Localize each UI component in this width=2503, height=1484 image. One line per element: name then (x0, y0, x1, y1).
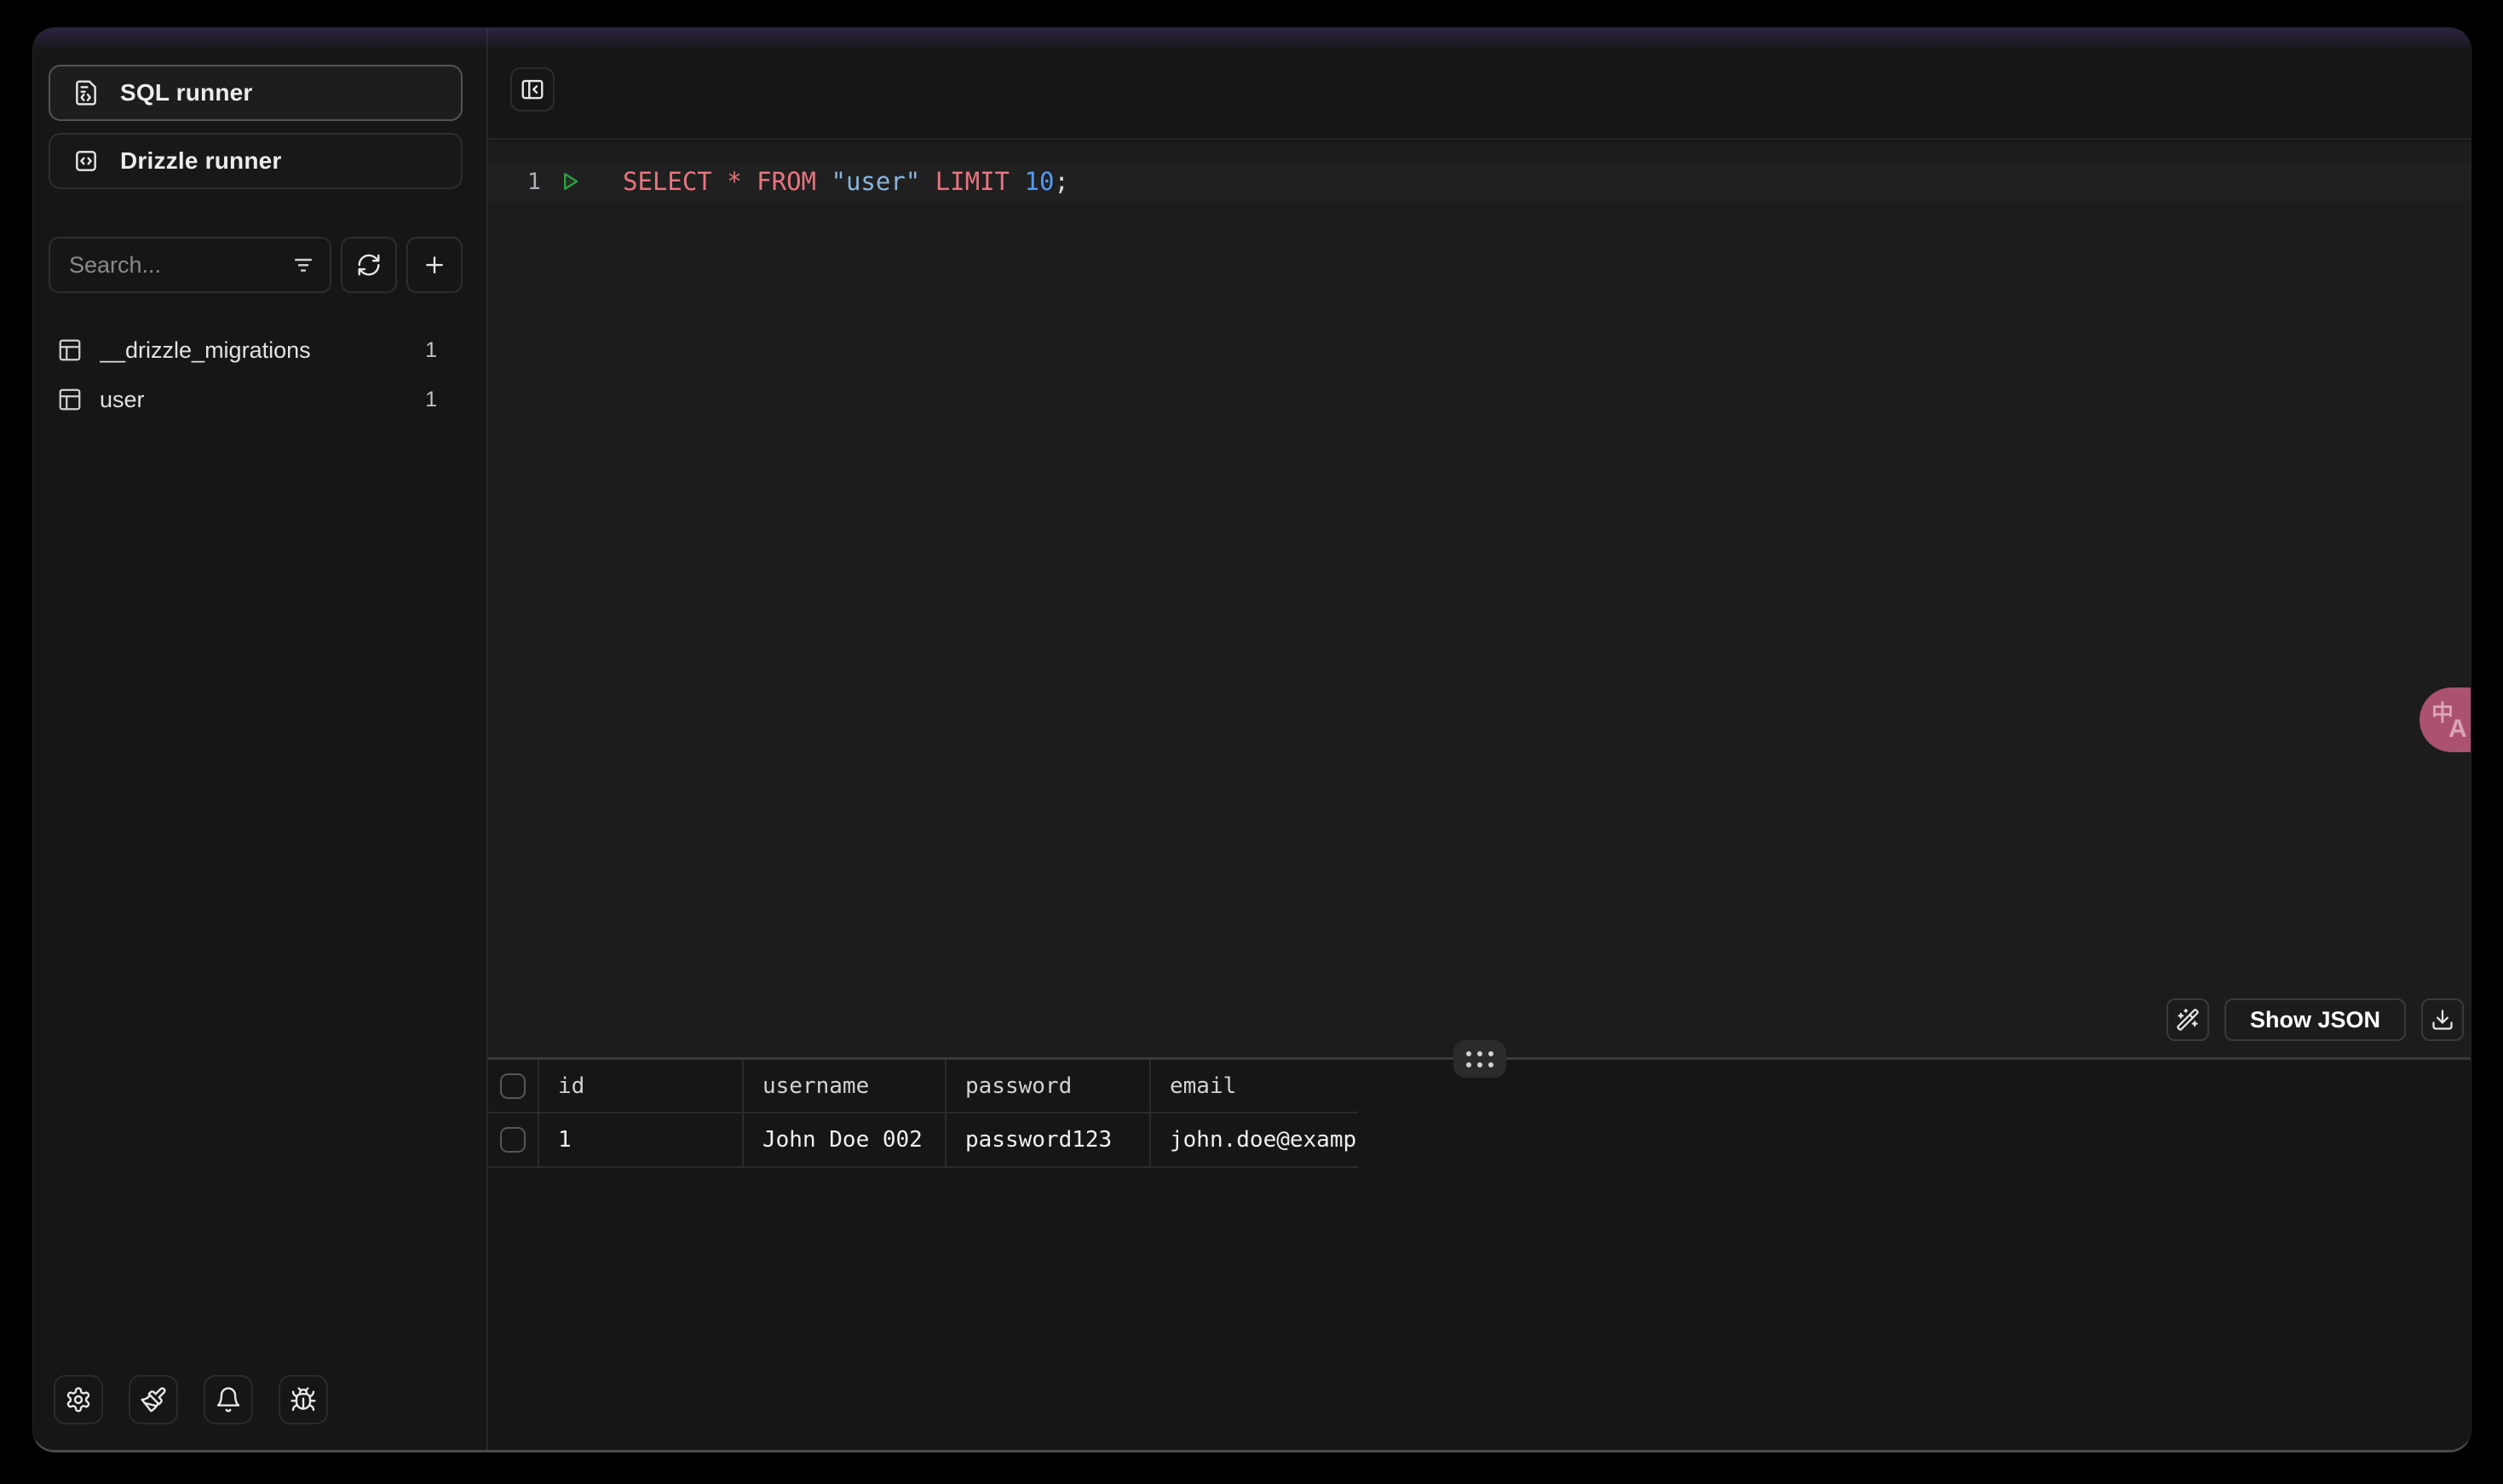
sql-token-number: 10 (1025, 167, 1055, 196)
table-icon (57, 387, 83, 412)
main-pane: 1 SELECT * FROM "user" LIMIT 10; (488, 28, 2471, 1450)
sql-token-plain (1010, 167, 1024, 196)
sidebar-item-sql-runner[interactable]: SQL runner (49, 65, 463, 121)
download-button[interactable] (2421, 998, 2464, 1041)
sql-editor[interactable]: 1 SELECT * FROM "user" LIMIT 10; (488, 141, 2471, 1057)
bug-icon (290, 1386, 317, 1413)
row-checkbox[interactable] (500, 1127, 526, 1153)
filter-icon[interactable] (291, 251, 316, 277)
table-row-count: 1 (425, 338, 437, 363)
select-all-cell (488, 1060, 538, 1113)
table-row[interactable]: 1John Doe 002password123john.doe@examp (488, 1113, 1358, 1167)
sidebar-item-label: Drizzle runner (120, 147, 282, 175)
run-query-button[interactable] (556, 168, 584, 195)
add-query-button[interactable] (406, 237, 463, 293)
theme-button[interactable] (129, 1375, 178, 1424)
sql-token-keyword: FROM (757, 167, 816, 196)
main-header (488, 28, 2471, 140)
table-row-count: 1 (425, 388, 437, 412)
sql-token-plain (920, 167, 935, 196)
resize-drag-handle[interactable] (1453, 1040, 1506, 1078)
cell[interactable]: password123 (946, 1113, 1150, 1167)
table-list-item[interactable]: __drizzle_migrations1 (49, 325, 463, 375)
sql-token-keyword: * (727, 167, 741, 196)
file-code-icon (72, 79, 100, 106)
paintbrush-icon (140, 1386, 167, 1413)
translate-icon: 中 A (2431, 696, 2471, 744)
cell[interactable]: 1 (538, 1113, 743, 1167)
column-header[interactable]: password (946, 1060, 1150, 1113)
magic-wand-button[interactable] (2166, 998, 2209, 1041)
results-toolbar: Show JSON (2166, 998, 2464, 1041)
line-number: 1 (521, 169, 541, 195)
sidebar-footer (54, 1375, 328, 1424)
row-select-cell (488, 1113, 538, 1167)
column-header[interactable]: email (1150, 1060, 1358, 1113)
results-header-row: idusernamepasswordemail (488, 1060, 1358, 1113)
sql-token-keyword: LIMIT (935, 167, 1010, 196)
sidebar-item-label: SQL runner (120, 79, 253, 106)
sql-token-plain (816, 167, 831, 196)
show-json-button[interactable]: Show JSON (2224, 998, 2406, 1041)
table-name: __drizzle_migrations (100, 337, 425, 364)
sql-token-string: "user" (831, 167, 920, 196)
cell[interactable]: john.doe@examp (1150, 1113, 1358, 1167)
report-bug-button[interactable] (279, 1375, 328, 1424)
sql-token-plain (742, 167, 757, 196)
plus-icon (422, 252, 447, 278)
sql-token-keyword: SELECT (623, 167, 712, 196)
search-row (49, 237, 463, 293)
square-code-icon (72, 147, 100, 175)
sql-code-line[interactable]: 1 SELECT * FROM "user" LIMIT 10; (488, 162, 2471, 201)
grip-dots-icon (1466, 1051, 1493, 1067)
play-icon (558, 170, 582, 193)
refresh-button[interactable] (341, 237, 397, 293)
search-box (49, 237, 331, 293)
sql-code: SELECT * FROM "user" LIMIT 10; (623, 167, 1069, 196)
select-all-checkbox[interactable] (500, 1073, 526, 1099)
search-input[interactable] (49, 237, 331, 293)
wand-sparkles-icon (2176, 1008, 2200, 1032)
sql-token-plain: ; (1054, 167, 1068, 196)
notifications-button[interactable] (204, 1375, 253, 1424)
collapse-sidebar-button[interactable] (510, 67, 555, 112)
column-header[interactable]: id (538, 1060, 743, 1113)
sql-token-plain (712, 167, 727, 196)
bell-icon (215, 1386, 242, 1413)
download-icon (2431, 1008, 2454, 1032)
settings-button[interactable] (54, 1375, 103, 1424)
sidebar: SQL runner Drizzle runner (33, 28, 488, 1450)
results-pane: idusernamepasswordemail1John Doe 002pass… (488, 1060, 2471, 1450)
panel-left-close-icon (520, 77, 545, 102)
table-list: __drizzle_migrations1user1 (49, 325, 463, 424)
table-icon (57, 337, 83, 363)
settings-icon (65, 1386, 92, 1413)
cell[interactable]: John Doe 002 (743, 1113, 946, 1167)
column-header[interactable]: username (743, 1060, 946, 1113)
sidebar-item-drizzle-runner[interactable]: Drizzle runner (49, 133, 463, 189)
table-list-item[interactable]: user1 (49, 375, 463, 424)
app-window: SQL runner Drizzle runner (32, 27, 2471, 1452)
table-name: user (100, 387, 425, 413)
refresh-icon (356, 252, 382, 278)
results-table: idusernamepasswordemail1John Doe 002pass… (488, 1060, 1358, 1168)
